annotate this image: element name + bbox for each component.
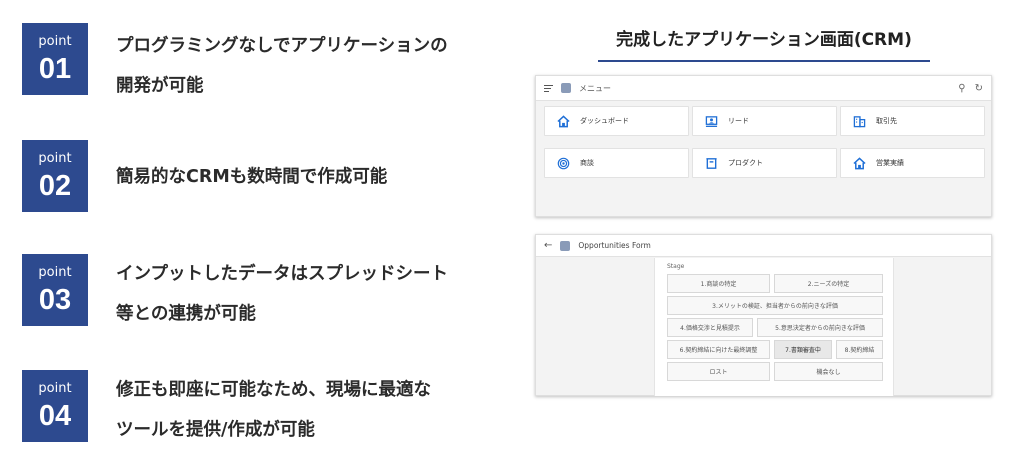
- point-label: point: [38, 33, 72, 49]
- stage-option[interactable]: 6.契約締結に向けた最終調整: [667, 340, 770, 359]
- tile-label: 取引先: [876, 117, 897, 125]
- stage-option[interactable]: 3.メリットの検証、担当者からの前向きな評価: [667, 296, 883, 315]
- point-text: 簡易的なCRMも数時間で作成可能: [116, 157, 486, 197]
- form-header-title: Opportunities Form: [578, 241, 651, 250]
- tile-label: ダッシュボード: [580, 117, 629, 125]
- point-text-line: ツールを提供/作成が可能: [116, 420, 315, 440]
- stage-option[interactable]: 5.意思決定者からの前向きな評価: [757, 318, 883, 337]
- home-icon: [853, 156, 866, 170]
- point-text-line: プログラミングなしでアプリケーションの: [116, 36, 448, 56]
- tile-accounts[interactable]: 取引先: [840, 106, 985, 136]
- box-icon: [705, 157, 718, 170]
- stage-option[interactable]: 1.商談の特定: [667, 274, 770, 293]
- point-text-line: インプットしたデータはスプレッドシート: [116, 264, 448, 284]
- target-icon: [557, 157, 570, 170]
- tile-label: プロダクト: [728, 159, 763, 167]
- point-03: point 03 インプットしたデータはスプレッドシート 等との連携が可能: [22, 254, 486, 334]
- home-icon: [557, 114, 570, 128]
- point-badge: point 01: [22, 23, 88, 95]
- menu-header-title: メニュー: [579, 83, 611, 93]
- tile-sales-results[interactable]: 営業実績: [840, 148, 985, 178]
- search-icon[interactable]: ⚲: [958, 83, 965, 94]
- stage-option[interactable]: 機会なし: [774, 362, 883, 381]
- app-logo-icon: [561, 83, 571, 93]
- stage-form-panel: Stage 1.商談の特定 2.ニーズの特定 3.メリットの検証、担当者からの前…: [654, 258, 894, 396]
- menu-header: メニュー ⚲ ↻: [536, 76, 991, 101]
- stage-field-label: Stage: [667, 263, 685, 270]
- point-badge: point 02: [22, 140, 88, 212]
- point-badge: point 04: [22, 370, 88, 442]
- point-01: point 01 プログラミングなしでアプリケーションの 開発が可能: [22, 23, 486, 106]
- form-header: ← Opportunities Form: [536, 235, 991, 257]
- point-label: point: [38, 380, 72, 396]
- point-02: point 02 簡易的なCRMも数時間で作成可能: [22, 140, 486, 212]
- building-icon: [853, 115, 866, 128]
- point-number: 04: [38, 399, 72, 432]
- menu-tiles: ダッシュボード リード 取引先 商談 プロダクト 営業実績: [544, 106, 986, 178]
- contact-card-icon: [705, 115, 718, 128]
- screen-title: 完成したアプリケーション画面(CRM): [598, 26, 930, 62]
- point-number: 02: [38, 169, 72, 202]
- tile-opportunities[interactable]: 商談: [544, 148, 689, 178]
- point-number: 01: [38, 52, 72, 85]
- point-text: プログラミングなしでアプリケーションの 開発が可能: [116, 26, 486, 106]
- point-04: point 04 修正も即座に可能なため、現場に最適な ツールを提供/作成が可能: [22, 370, 486, 450]
- app-logo-icon: [560, 240, 571, 251]
- refresh-icon[interactable]: ↻: [975, 83, 983, 94]
- point-text-line: 修正も即座に可能なため、現場に最適な: [116, 380, 431, 400]
- menu-screenshot: メニュー ⚲ ↻ ダッシュボード リード 取引先 商談 プロダクト 営業実績: [535, 75, 992, 217]
- point-text-line: 簡易的なCRMも数時間で作成可能: [116, 167, 388, 187]
- tile-label: 営業実績: [876, 159, 904, 167]
- point-text-line: 開発が可能: [116, 76, 204, 96]
- point-text-line: 等との連携が可能: [116, 304, 256, 324]
- tile-dashboard[interactable]: ダッシュボード: [544, 106, 689, 136]
- point-label: point: [38, 264, 72, 280]
- stage-option[interactable]: ロスト: [667, 362, 770, 381]
- form-screenshot: ← Opportunities Form Stage 1.商談の特定 2.ニーズ…: [535, 234, 992, 396]
- stage-option-selected[interactable]: 7.書類審査中: [774, 340, 832, 359]
- stage-option[interactable]: 8.契約締結: [836, 340, 883, 359]
- tile-leads[interactable]: リード: [692, 106, 837, 136]
- tile-products[interactable]: プロダクト: [692, 148, 837, 178]
- stage-option[interactable]: 2.ニーズの特定: [774, 274, 883, 293]
- point-text: インプットしたデータはスプレッドシート 等との連携が可能: [116, 254, 486, 334]
- tile-label: リード: [728, 117, 749, 125]
- point-text: 修正も即座に可能なため、現場に最適な ツールを提供/作成が可能: [116, 370, 486, 450]
- back-arrow-icon[interactable]: ←: [544, 240, 552, 251]
- filter-menu-icon[interactable]: [544, 84, 553, 92]
- stage-option[interactable]: 4.価格交渉と見積提示: [667, 318, 753, 337]
- point-label: point: [38, 150, 72, 166]
- point-number: 03: [38, 283, 72, 316]
- tile-label: 商談: [580, 159, 594, 167]
- point-badge: point 03: [22, 254, 88, 326]
